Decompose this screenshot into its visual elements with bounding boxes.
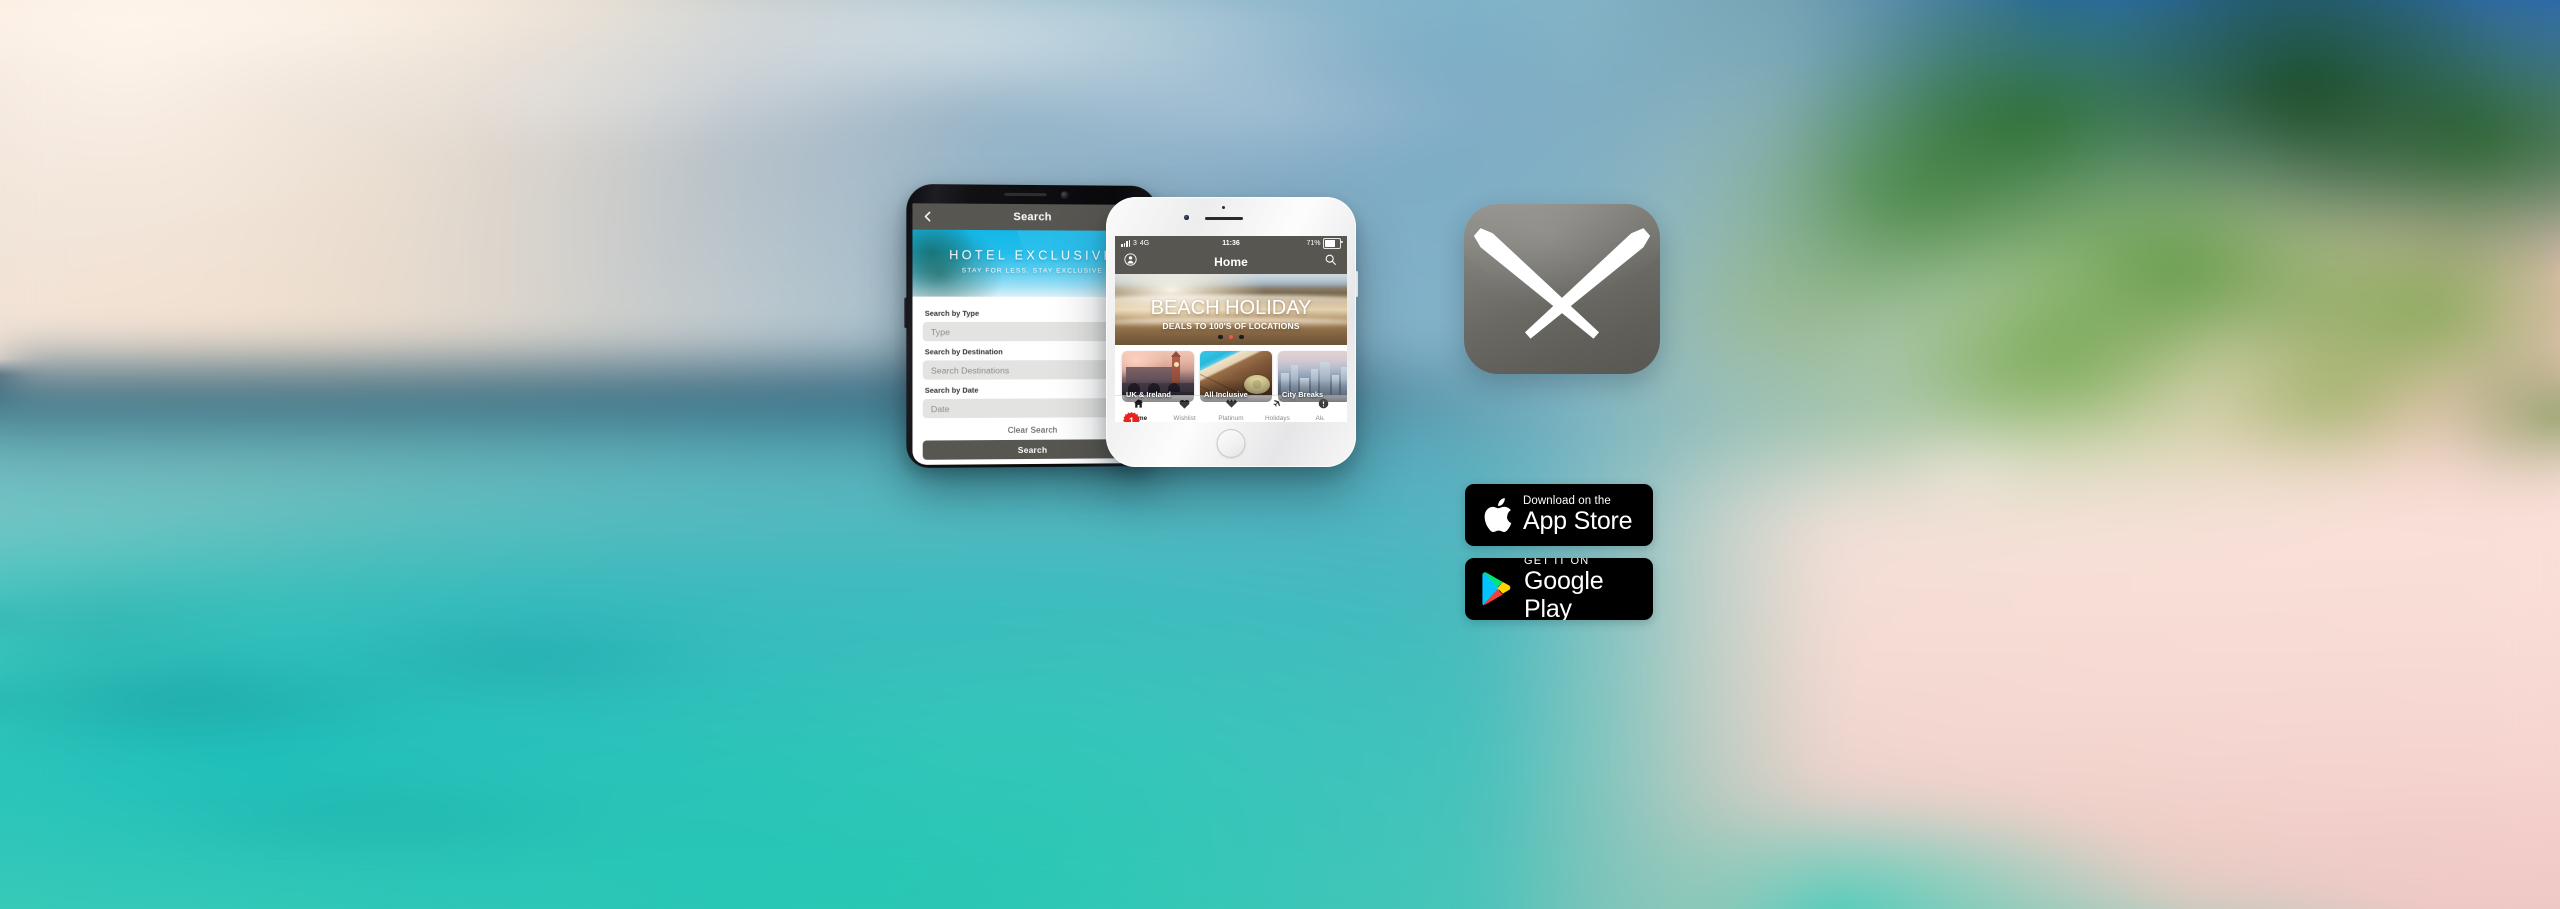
app-store-badge[interactable]: Download on the App Store: [1465, 484, 1653, 546]
google-play-badge-small-text: GET IT ON: [1524, 558, 1590, 567]
google-play-triangle-icon: [1481, 571, 1514, 607]
google-play-badge-big-text: Google Play: [1524, 567, 1604, 620]
app-store-badge-text: Download on the App Store: [1523, 494, 1633, 536]
apple-logo-icon: [1481, 496, 1513, 535]
tab-label: Holidays: [1264, 415, 1290, 422]
deal-count-badge: 1: [1123, 412, 1140, 422]
category-tile-label: All Inclusive: [1204, 390, 1248, 399]
carousel-dot[interactable]: [1218, 334, 1223, 339]
category-tile-label: UK & Ireland: [1126, 390, 1171, 399]
android-screen-title: Search: [1013, 211, 1052, 224]
battery-percent-label: 71%: [1306, 239, 1321, 247]
tab-label: Wishlist: [1173, 415, 1196, 422]
hero-carousel[interactable]: BEACH HOLIDAY DEALS TO 100'S OF LOCATION…: [1115, 274, 1347, 345]
google-play-badge[interactable]: GET IT ON Google Play: [1465, 558, 1653, 620]
ios-status-bar: 3 4G 11:36 71%: [1115, 236, 1347, 250]
category-tiles-row: UK & Ireland All Inclusive City Breaks: [1115, 345, 1347, 408]
iphone-body: 3 4G 11:36 71% Home BEACH HOLIDAY DEALS …: [1106, 197, 1356, 467]
big-ben-decor: [1172, 355, 1180, 389]
category-tile-all-inclusive[interactable]: All Inclusive: [1200, 351, 1272, 402]
page-title: Home: [1214, 255, 1248, 269]
tab-label: Platinum: [1218, 415, 1244, 422]
android-earpiece-speaker: [1004, 192, 1047, 197]
carousel-dot-active[interactable]: [1228, 334, 1234, 339]
category-tile-city-breaks[interactable]: City Breaks: [1278, 351, 1347, 402]
android-front-camera: [1060, 191, 1069, 200]
app-store-badge-small-text: Download on the: [1523, 494, 1611, 507]
heart-icon[interactable]: [1322, 411, 1339, 422]
iphone-earpiece-speaker: [1205, 217, 1243, 221]
building: [1341, 367, 1347, 395]
status-bar-right: 71%: [1306, 237, 1343, 249]
carousel-dot[interactable]: [1239, 334, 1244, 339]
iphone-side-button[interactable]: [1355, 271, 1358, 297]
profile-icon[interactable]: [1124, 253, 1137, 271]
iphone-front-camera: [1184, 215, 1189, 220]
android-side-button[interactable]: [904, 297, 908, 329]
category-tile-uk-ireland[interactable]: UK & Ireland: [1122, 351, 1194, 402]
hero-text-block: BEACH HOLIDAY DEALS TO 100'S OF LOCATION…: [1115, 298, 1347, 331]
app-store-badge-big-text: App Store: [1523, 507, 1633, 536]
category-tile-label: City Breaks: [1282, 390, 1324, 399]
palace-decor: [1126, 367, 1172, 389]
google-play-badge-text: GET IT ON Google Play: [1524, 558, 1653, 620]
chevron-left-icon[interactable]: [921, 209, 935, 223]
carousel-dots[interactable]: [1115, 334, 1347, 339]
building: [1332, 375, 1339, 395]
iphone-home-button[interactable]: [1216, 429, 1246, 458]
battery-icon: [1323, 237, 1343, 249]
iphone-proximity-sensor: [1222, 206, 1225, 209]
hero-subtitle: DEALS TO 100'S OF LOCATIONS: [1162, 321, 1300, 331]
iphone-screen: 3 4G 11:36 71% Home BEACH HOLIDAY DEALS …: [1115, 236, 1347, 422]
iphone-mockup: 3 4G 11:36 71% Home BEACH HOLIDAY DEALS …: [1106, 197, 1358, 467]
app-icon-x[interactable]: [1464, 204, 1660, 374]
search-icon[interactable]: [1324, 253, 1337, 271]
promo-banner: Search HOTEL EXCLUSIVE STAY FOR LESS. ST…: [0, 0, 2560, 909]
deal-count-value: 1: [1128, 415, 1134, 423]
ios-nav-bar: Home: [1115, 250, 1347, 274]
hero-title: BEACH HOLIDAY: [1150, 297, 1312, 319]
